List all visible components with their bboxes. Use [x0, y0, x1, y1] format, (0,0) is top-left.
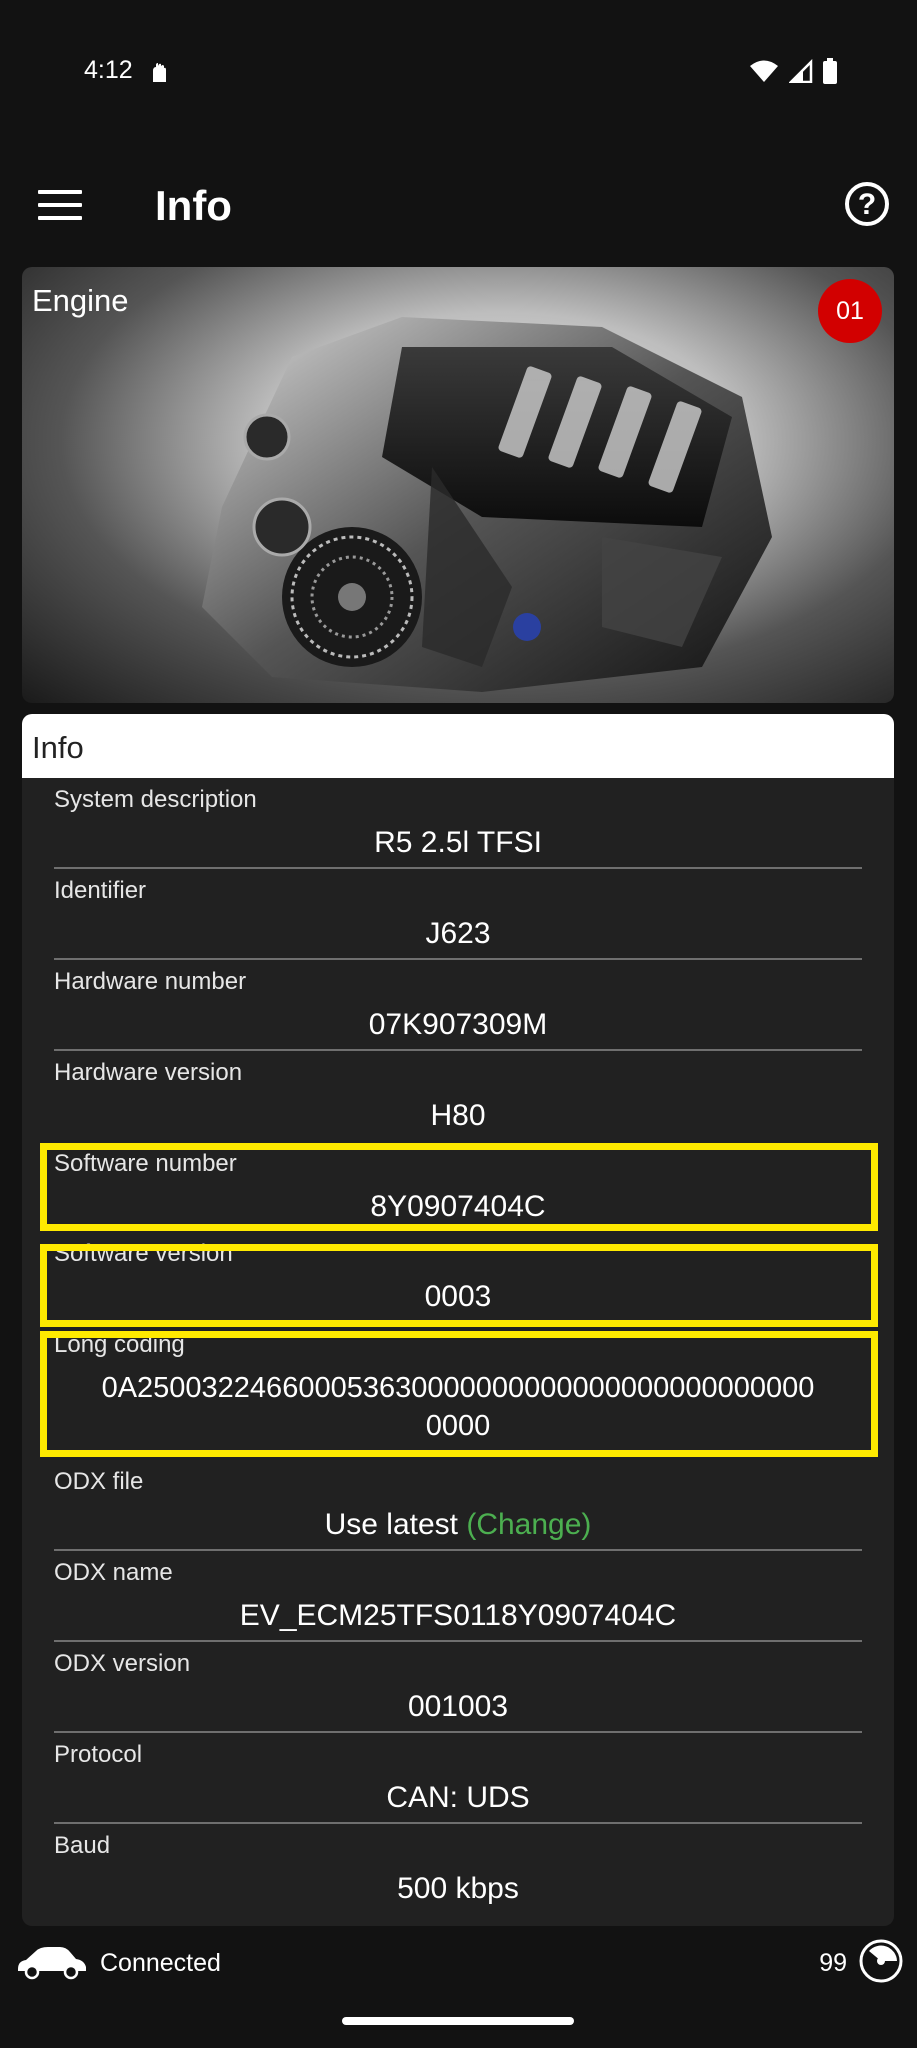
bottom-status-bar: Connected 99 [0, 1935, 917, 1995]
fault-count: 99 [819, 1949, 847, 1977]
car-icon [18, 1947, 86, 1980]
info-section-header: Info [22, 714, 894, 778]
row-label: ODX name [54, 1559, 173, 1586]
highlight-box-software-version [40, 1244, 878, 1327]
battery-icon [823, 58, 837, 84]
info-row-protocol: Protocol CAN: UDS [54, 1733, 862, 1824]
engine-card: Engine 01 [22, 267, 894, 703]
status-time: 4:12 [84, 56, 133, 84]
app-bar: Info ? [0, 160, 917, 250]
connection-status: Connected [100, 1949, 221, 1977]
change-odx-link[interactable]: (Change) [466, 1508, 591, 1541]
info-row-baud: Baud 500 kbps [54, 1824, 862, 1915]
help-icon[interactable]: ? [845, 182, 889, 226]
row-value: R5 2.5l TFSI [374, 826, 542, 859]
notification-icon [153, 63, 166, 82]
row-value: J623 [425, 917, 491, 950]
row-label: Hardware number [54, 968, 247, 995]
row-label: Hardware version [54, 1059, 243, 1086]
row-value: 500 kbps [397, 1872, 519, 1905]
row-label: Protocol [54, 1741, 143, 1768]
module-badge: 01 [818, 279, 882, 343]
odx-file-value: Use latest [324, 1508, 458, 1541]
info-row-odx-file: ODX file Use latest (Change) [54, 1460, 862, 1551]
info-row-odx-version: ODX version 001003 [54, 1642, 862, 1733]
status-bar: 4:12 [0, 0, 917, 110]
gauge-icon[interactable] [859, 1939, 903, 1983]
info-panel: System description R5 2.5l TFSI Identifi… [22, 778, 894, 1926]
info-row-odx-name: ODX name EV_ECM25TFS0118Y0907404C [54, 1551, 862, 1642]
engine-image [202, 317, 772, 692]
row-value: Use latest (Change) [54, 1506, 862, 1544]
info-section-title: Info [32, 730, 84, 765]
wifi-icon [750, 60, 778, 82]
row-value: H80 [430, 1099, 486, 1132]
row-label: System description [54, 786, 257, 813]
row-value: 001003 [407, 1690, 509, 1723]
row-label: Baud [54, 1832, 111, 1859]
page-title: Info [155, 182, 232, 229]
row-label: ODX file [54, 1468, 144, 1495]
status-icons [749, 58, 837, 84]
home-indicator[interactable] [342, 2017, 574, 2025]
highlight-box-long-coding [40, 1331, 878, 1457]
menu-icon[interactable] [38, 190, 82, 226]
row-value: 07K907309M [368, 1008, 548, 1041]
row-value: CAN: UDS [386, 1781, 530, 1814]
info-row-hardware-version: Hardware version H80 [54, 1051, 862, 1142]
row-label: ODX version [54, 1650, 191, 1677]
info-row-hardware-number: Hardware number 07K907309M [54, 960, 862, 1051]
cellular-signal-icon [789, 59, 813, 83]
row-value: EV_ECM25TFS0118Y0907404C [239, 1599, 677, 1632]
info-row-identifier: Identifier J623 [54, 869, 862, 960]
highlight-box-software-number [40, 1143, 878, 1231]
info-row-system-description: System description R5 2.5l TFSI [54, 778, 862, 869]
row-label: Identifier [54, 877, 147, 904]
engine-label: Engine [32, 283, 129, 318]
